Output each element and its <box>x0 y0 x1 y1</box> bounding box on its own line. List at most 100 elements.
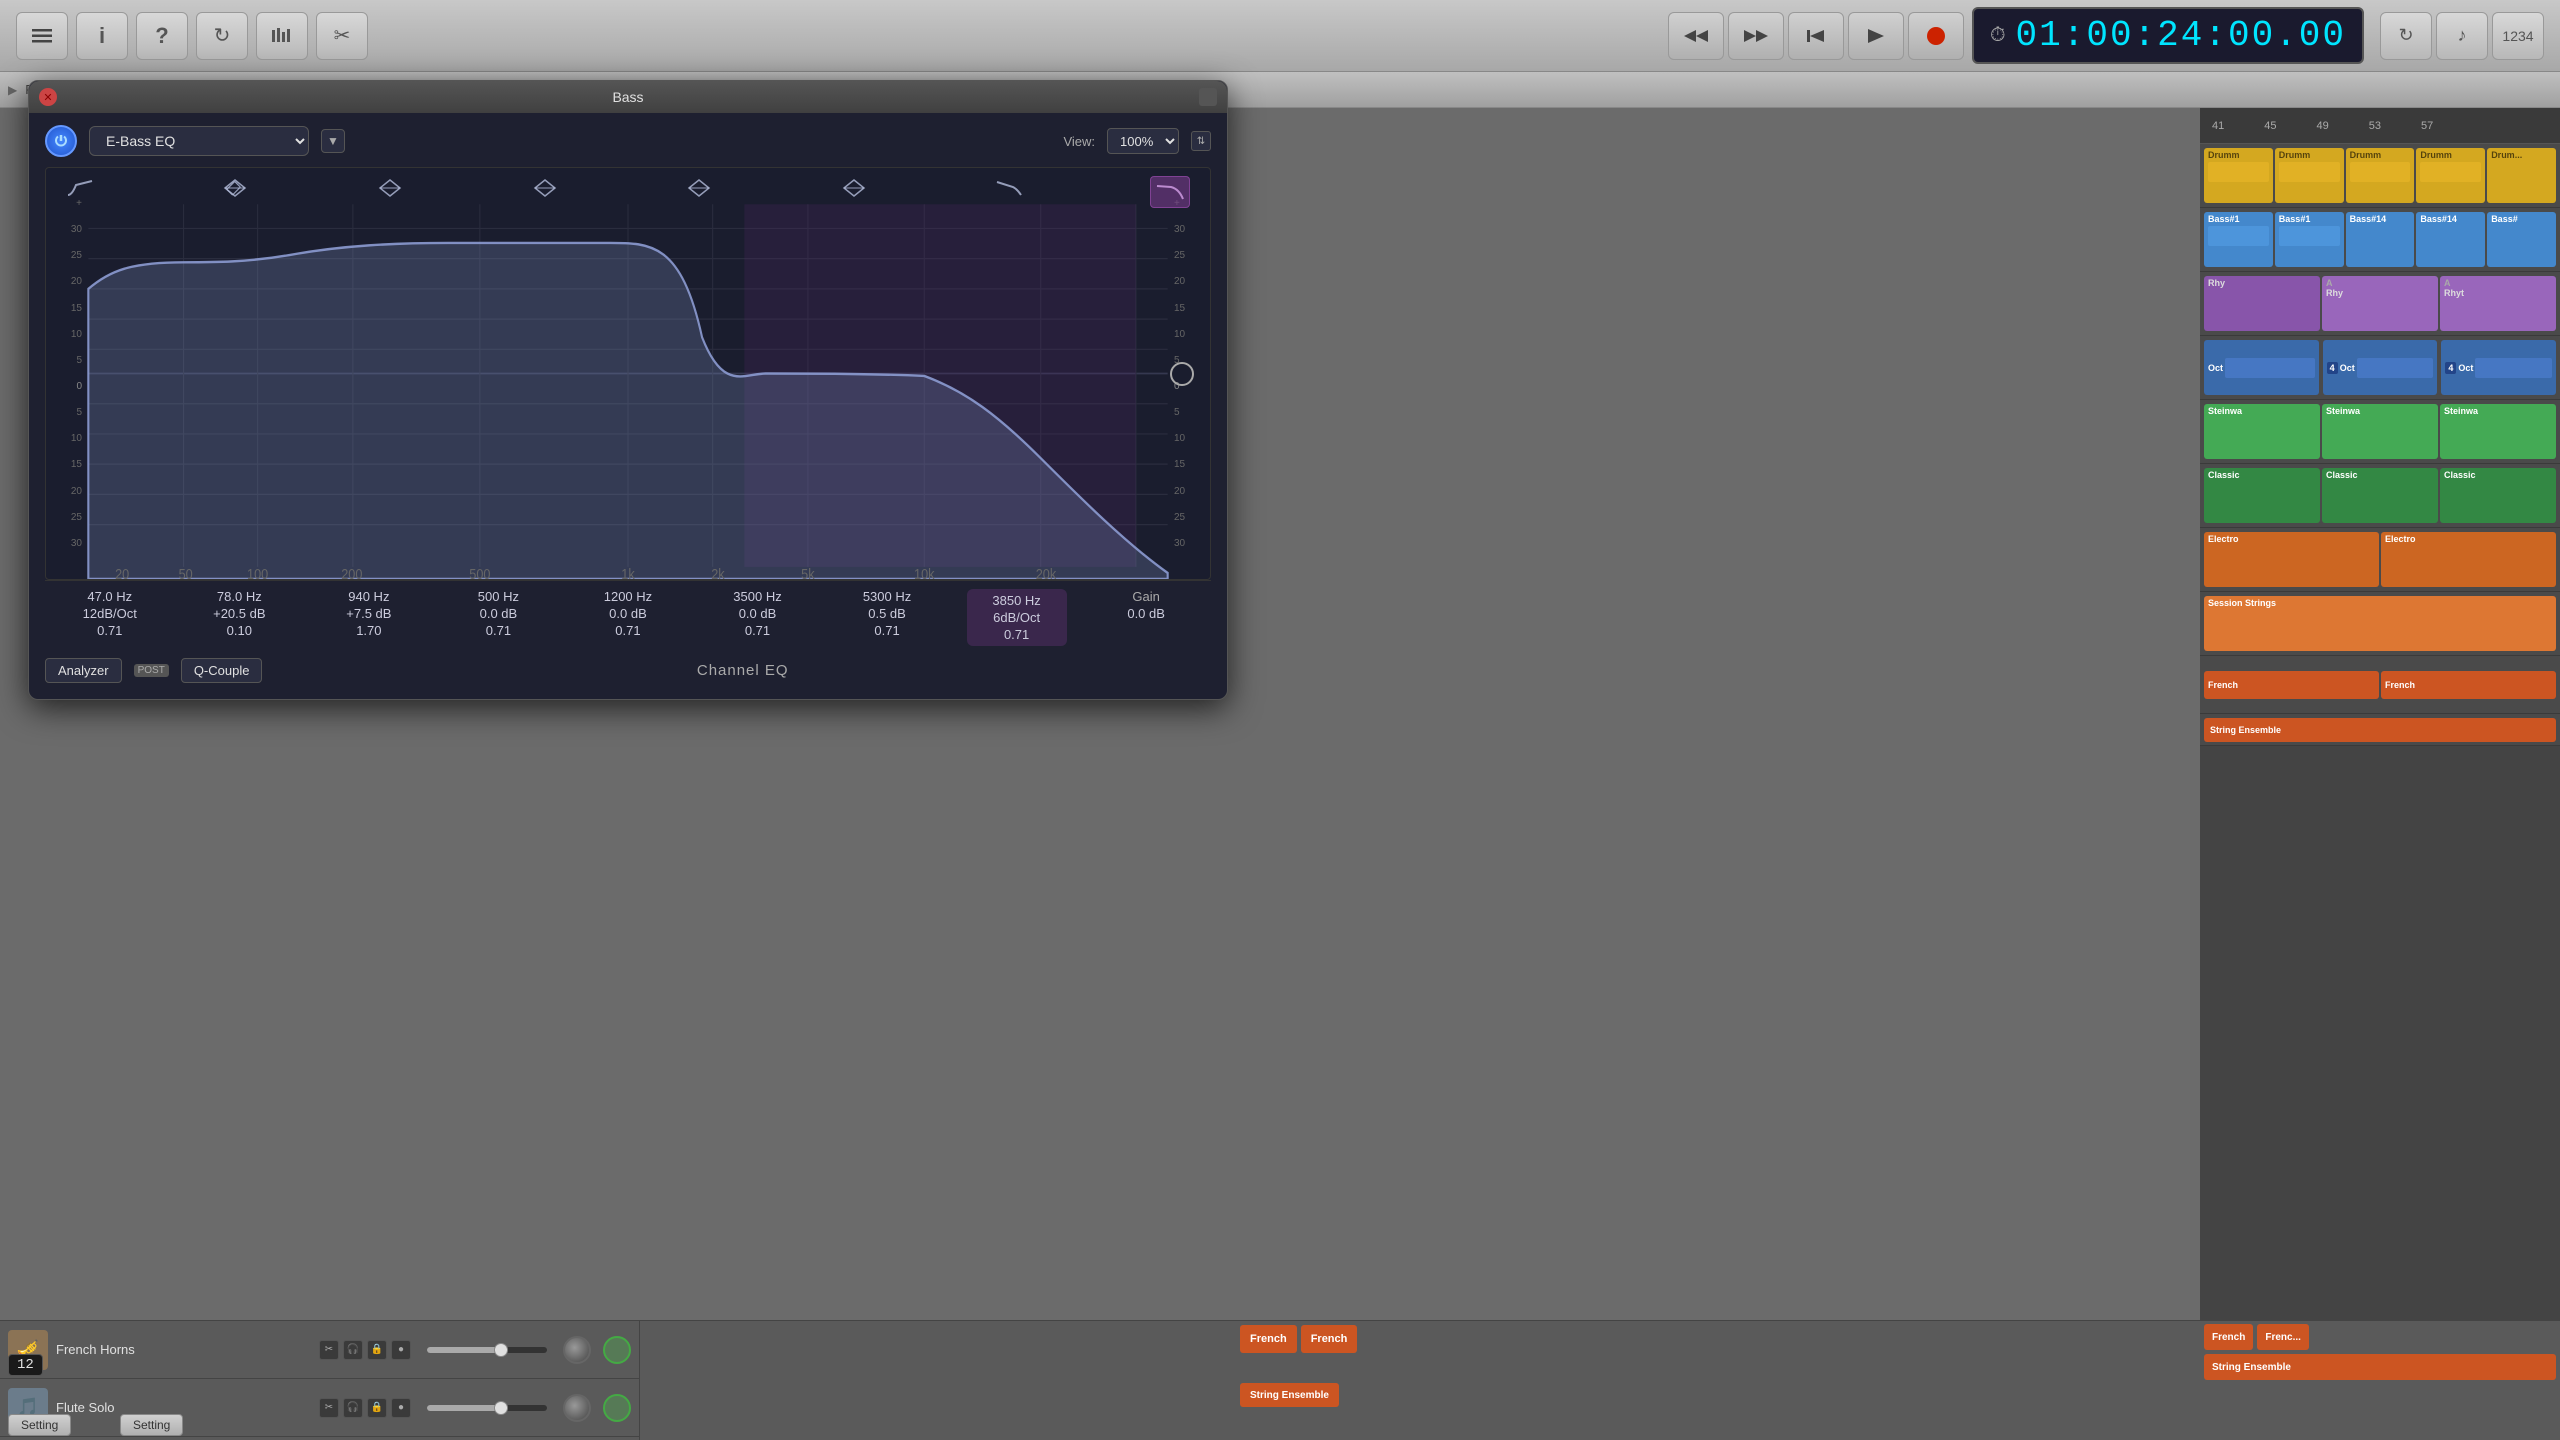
fh-dot-btn[interactable]: ● <box>391 1340 411 1360</box>
fh-fader-thumb[interactable] <box>494 1343 508 1357</box>
french-horns-fader[interactable] <box>427 1347 547 1353</box>
band2-handle[interactable] <box>221 176 249 200</box>
bottom-track-headers: 🎺 French Horns ✂ 🎧 🔒 ● <box>0 1321 640 1440</box>
far-right-french-2[interactable]: Frenc... <box>2257 1324 2309 1350</box>
steinway-label-1: Steinwa <box>2208 406 2316 416</box>
band7-handle[interactable] <box>995 176 1023 200</box>
eq-band2-params: 78.0 Hz +20.5 dB 0.10 <box>189 589 289 646</box>
fh-lock-btn[interactable]: 🔒 <box>367 1340 387 1360</box>
eq-graph[interactable]: + 30 25 20 15 10 5 0 5 10 15 20 25 30 <box>45 167 1211 580</box>
fl-fader-thumb[interactable] <box>494 1401 508 1415</box>
eq-view-arrows[interactable]: ⇅ <box>1191 131 1211 151</box>
rhythm-region-1[interactable]: Rhy <box>2204 276 2320 331</box>
electro-track-row: Electro Electro <box>2200 528 2560 592</box>
french-bottom-2[interactable]: French <box>1301 1325 1358 1353</box>
eq-preset-menu-button[interactable]: ▼ <box>321 129 345 153</box>
eq-power-button[interactable] <box>45 125 77 157</box>
bass-region-4[interactable]: Bass#14 <box>2416 212 2485 267</box>
setting-button-2[interactable]: Setting <box>120 1414 183 1436</box>
far-right-french-1[interactable]: French <box>2204 1324 2253 1350</box>
eq-maximize-button[interactable] <box>1199 88 1217 106</box>
play-button[interactable] <box>1848 12 1904 60</box>
bass-region-1[interactable]: Bass#1 <box>2204 212 2273 267</box>
steinway-region-1[interactable]: Steinwa <box>2204 404 2320 459</box>
fl-lock-btn[interactable]: 🔒 <box>367 1398 387 1418</box>
fh-headphone-btn[interactable]: 🎧 <box>343 1340 363 1360</box>
band5-handle[interactable] <box>685 176 713 200</box>
svg-text:50: 50 <box>179 566 194 579</box>
flute-volume-knob[interactable] <box>563 1394 591 1422</box>
classic-region-3[interactable]: Classic <box>2440 468 2556 523</box>
band3-handle[interactable] <box>376 176 404 200</box>
electro-label-2: Electro <box>2385 534 2552 544</box>
fh-scissors-btn[interactable]: ✂ <box>319 1340 339 1360</box>
band1-handle[interactable] <box>66 176 94 200</box>
french-bottom-1[interactable]: French <box>1240 1325 1297 1353</box>
sync-button[interactable]: ↻ <box>2380 12 2432 60</box>
band8-handle[interactable] <box>1150 176 1190 208</box>
session-strings-region[interactable]: Session Strings <box>2204 596 2556 651</box>
steinway-region-3[interactable]: Steinwa <box>2440 404 2556 459</box>
french-horns-volume-knob[interactable] <box>563 1336 591 1364</box>
classic-region-2[interactable]: Classic <box>2322 468 2438 523</box>
mixer-button[interactable] <box>256 12 308 60</box>
qcouple-button[interactable]: Q-Couple <box>181 658 263 683</box>
rhythm-region-2[interactable]: A Rhy <box>2322 276 2438 331</box>
setting-button-1[interactable]: Setting <box>8 1414 71 1436</box>
steinway-region-2[interactable]: Steinwa <box>2322 404 2438 459</box>
band6-handle[interactable] <box>840 176 868 200</box>
band4-freq: 500 Hz <box>478 589 519 604</box>
band4-handle[interactable] <box>531 176 559 200</box>
flute-fader[interactable] <box>427 1405 547 1411</box>
drums-waveform-3 <box>2350 162 2411 182</box>
eq-close-button[interactable]: ✕ <box>39 88 57 106</box>
rhythm-region-3[interactable]: A Rhyt <box>2440 276 2556 331</box>
tostart-button[interactable] <box>1788 12 1844 60</box>
electro-region-2[interactable]: Electro <box>2381 532 2556 587</box>
record-button[interactable] <box>1908 12 1964 60</box>
drums-label-4: Drumm <box>2420 150 2481 160</box>
oct-region-1[interactable]: Oct <box>2204 340 2319 395</box>
fl-headphone-btn[interactable]: 🎧 <box>343 1398 363 1418</box>
eq-preset-select[interactable]: E-Bass EQ <box>89 126 309 156</box>
french-region-1[interactable]: French <box>2204 671 2379 699</box>
drums-waveform-2 <box>2279 162 2340 182</box>
bass-region-3[interactable]: Bass#14 <box>2346 212 2415 267</box>
string-ensemble-bottom-region[interactable]: String Ensemble <box>1240 1383 1339 1407</box>
file-button[interactable] <box>16 12 68 60</box>
num-display-btn[interactable]: 1234 <box>2492 12 2544 60</box>
french-region-2[interactable]: French <box>2381 671 2556 699</box>
tune-button[interactable]: ♪ <box>2436 12 2488 60</box>
oct-region-3[interactable]: 4 Oct <box>2441 340 2556 395</box>
help-button[interactable]: ? <box>136 12 188 60</box>
french-label-1: French <box>2208 680 2238 690</box>
drums-region-4[interactable]: Drumm <box>2416 148 2485 203</box>
fastforward-button[interactable] <box>1728 12 1784 60</box>
analyzer-button[interactable]: Analyzer <box>45 658 122 683</box>
drums-region-3[interactable]: Drumm <box>2346 148 2415 203</box>
drums-region-1[interactable]: Drumm <box>2204 148 2273 203</box>
bass-region-2[interactable]: Bass#1 <box>2275 212 2344 267</box>
drums-region-5[interactable]: Drum... <box>2487 148 2556 203</box>
info-button[interactable]: i <box>76 12 128 60</box>
band7-val2: 0.5 dB <box>868 606 906 621</box>
oct-region-2[interactable]: 4 Oct <box>2323 340 2438 395</box>
band8-val2: 6dB/Oct <box>993 610 1040 625</box>
classic-region-1[interactable]: Classic <box>2204 468 2320 523</box>
band8-val3: 0.71 <box>1004 627 1029 642</box>
drums-region-2[interactable]: Drumm <box>2275 148 2344 203</box>
far-right-string-region[interactable]: String Ensemble <box>2204 1354 2556 1380</box>
far-right-french-label-1: French <box>2212 1332 2245 1343</box>
rewind-button[interactable] <box>1668 12 1724 60</box>
bass-region-5[interactable]: Bass# <box>2487 212 2556 267</box>
cycle-button[interactable]: ↻ <box>196 12 248 60</box>
string-ensemble-region-1[interactable]: String Ensemble <box>2204 718 2556 742</box>
scissors-button[interactable]: ✂ <box>316 12 368 60</box>
right-tracks-panel: 41 45 49 53 57 Drumm Drumm Drumm <box>2200 108 2560 1440</box>
eq-view-select[interactable]: 100% <box>1107 128 1179 154</box>
fl-dot-btn[interactable]: ● <box>391 1398 411 1418</box>
clock-icon: ⏱ <box>1990 24 2008 48</box>
electro-region-1[interactable]: Electro <box>2204 532 2379 587</box>
svg-text:200: 200 <box>341 566 363 579</box>
fl-scissors-btn[interactable]: ✂ <box>319 1398 339 1418</box>
